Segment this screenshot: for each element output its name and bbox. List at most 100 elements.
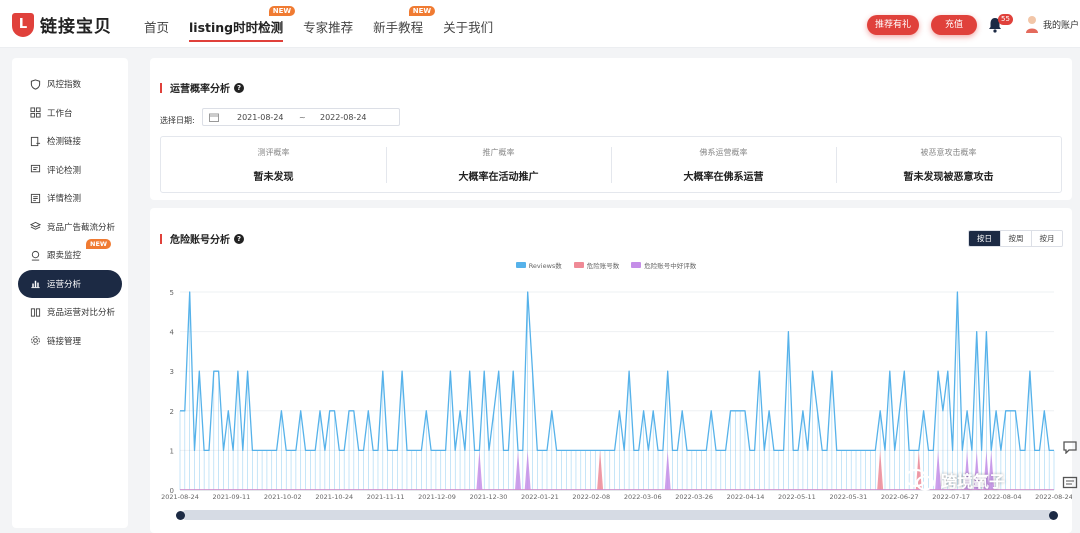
x-tick-label: 2021-11-11 [367, 493, 405, 501]
stat-attack-probability: 被恶意攻击概率 暂未发现被恶意攻击 [836, 137, 1061, 192]
y-tick-label: 4 [170, 329, 175, 337]
legend-swatch [515, 262, 526, 268]
date-range-picker[interactable]: 2021-08-24 ~ 2022-08-24 [202, 108, 400, 126]
comment-icon [30, 165, 41, 173]
chart-zoom-slider[interactable] [181, 510, 1054, 520]
shield-icon [30, 79, 41, 90]
ops-panel-title: 运营概率分析 ? [160, 80, 244, 95]
sidebar-item-link-manage[interactable]: 链接管理 [18, 327, 122, 356]
top-navigation-bar: L 链接宝贝 首页 listing时时检测 NEW 专家推荐 新手教程 NEW 关于… [0, 0, 1080, 48]
new-badge: NEW [408, 6, 436, 16]
x-tick-label: 2021-08-24 [161, 493, 199, 501]
monitor-icon [31, 250, 40, 261]
risk-panel-title: 危险账号分析 ? [160, 231, 244, 246]
legend-reviews[interactable]: Reviews数 [515, 260, 562, 270]
layers-icon [30, 222, 41, 231]
chat-icon[interactable] [1062, 440, 1078, 454]
new-badge: NEW [268, 6, 296, 16]
nav-tutorial[interactable]: 新手教程 NEW [363, 0, 436, 48]
sidebar-item-comment-check[interactable]: 评论检测 [18, 156, 122, 185]
x-tick-label: 2022-02-08 [572, 493, 610, 501]
danger-spike [664, 450, 671, 490]
sidebar-item-ad-analysis[interactable]: 竞品广告截流分析 [18, 213, 122, 242]
stat-passive-ops-probability: 佛系运营概率 大概率在佛系运营 [611, 137, 836, 192]
x-tick-label: 2021-10-02 [264, 493, 302, 501]
x-tick-label: 2022-06-27 [881, 493, 919, 501]
nav-home[interactable]: 首页 [134, 0, 179, 48]
x-tick-label: 2021-12-30 [470, 493, 508, 501]
x-tick-label: 2022-05-31 [829, 493, 867, 501]
notification-count: 55 [998, 14, 1013, 25]
stat-promotion-probability: 推广概率 大概率在活动推广 [386, 137, 611, 192]
x-tick-label: 2022-08-04 [984, 493, 1022, 501]
sidebar-item-detail-check[interactable]: 详情检测 [18, 184, 122, 213]
ops-probability-panel: 运营概率分析 ? 选择日期: 2021-08-24 ~ 2022-08-24 测… [150, 58, 1072, 200]
slider-end-handle[interactable] [1049, 511, 1058, 520]
nav-about[interactable]: 关于我们 [433, 0, 503, 48]
legend-danger-accounts[interactable]: 危险账号数 [573, 260, 619, 270]
wechat-icon [905, 469, 934, 491]
calendar-icon [209, 113, 219, 122]
sidebar-item-competitor-compare[interactable]: 竞品运营对比分析 [18, 298, 122, 327]
chart-legend: Reviews数 危险账号数 危险账号中好评数 [150, 260, 1062, 270]
x-tick-label: 2022-03-06 [624, 493, 662, 501]
invite-button[interactable]: 推荐有礼 [867, 15, 919, 35]
probability-stats: 测评概率 暂未发现 推广概率 大概率在活动推广 佛系运营概率 大概率在佛系运营 … [160, 136, 1062, 193]
danger-spike [524, 450, 531, 490]
sidebar-item-link-check[interactable]: 检测链接 [18, 127, 122, 156]
y-tick-label: 3 [170, 368, 174, 376]
x-tick-label: 2022-04-14 [727, 493, 765, 501]
tab-by-day[interactable]: 按日 [969, 231, 1000, 246]
period-toggle: 按日 按周 按月 [968, 230, 1063, 247]
legend-swatch [573, 262, 584, 268]
x-tick-label: 2022-01-21 [521, 493, 559, 501]
date-separator: ~ [299, 112, 306, 122]
message-icon[interactable] [1062, 476, 1078, 490]
link-check-icon [30, 136, 41, 146]
slider-start-handle[interactable] [176, 511, 185, 520]
sidebar-item-ops-analysis[interactable]: 运营分析 [18, 269, 122, 298]
tab-by-month[interactable]: 按月 [1031, 231, 1062, 246]
detail-icon [30, 193, 41, 203]
gear-icon [31, 336, 40, 346]
date-start: 2021-08-24 [237, 112, 284, 122]
legend-danger-good-reviews[interactable]: 危险账号中好评数 [631, 260, 696, 270]
sidebar-item-follow-monitor[interactable]: 跟卖监控 NEW [18, 239, 122, 270]
help-icon[interactable]: ? [234, 233, 244, 244]
x-tick-label: 2021-10-24 [315, 493, 353, 501]
y-tick-label: 1 [170, 447, 174, 455]
legend-swatch [631, 262, 642, 268]
sidebar-item-workbench[interactable]: 工作台 [18, 99, 122, 128]
x-tick-label: 2021-09-11 [213, 493, 251, 501]
help-icon[interactable]: ? [234, 82, 244, 93]
avatar-icon[interactable] [1024, 14, 1040, 34]
x-tick-label: 2022-05-11 [778, 493, 816, 501]
danger-spike [597, 450, 604, 490]
y-tick-label: 2 [170, 408, 174, 416]
brand-logo[interactable]: L 链接宝贝 [12, 12, 112, 37]
bar-chart-icon [31, 281, 40, 289]
x-tick-label: 2022-07-17 [932, 493, 970, 501]
x-tick-label: 2021-12-09 [418, 493, 456, 501]
main-nav: 首页 listing时时检测 NEW 专家推荐 新手教程 NEW 关于我们 [134, 0, 503, 48]
grid-icon [30, 107, 41, 118]
danger-spike [515, 450, 522, 490]
recharge-button[interactable]: 充值 [931, 15, 977, 35]
account-menu[interactable]: 我的账户 [1043, 18, 1079, 31]
x-tick-label: 2022-03-26 [675, 493, 713, 501]
y-tick-label: 5 [170, 289, 174, 297]
nav-expert[interactable]: 专家推荐 [293, 0, 363, 48]
brand-name: 链接宝贝 [40, 17, 112, 37]
compare-icon [30, 308, 41, 317]
x-tick-label: 2022-08-24 [1035, 493, 1072, 501]
date-end: 2022-08-24 [320, 112, 367, 122]
watermark: 跨境氧子 [905, 468, 1005, 492]
sidebar: 风控指数 工作台 检测链接 评论检测 详情检测 竞品广告截流分析 跟卖监控 NE… [12, 58, 128, 528]
shield-logo-icon: L [12, 12, 34, 37]
nav-listing-monitor[interactable]: listing时时检测 NEW [179, 0, 296, 48]
date-range-label: 选择日期: [160, 116, 195, 125]
new-badge: NEW [86, 239, 112, 249]
tab-by-week[interactable]: 按周 [1000, 231, 1031, 246]
stat-review-probability: 测评概率 暂未发现 [253, 148, 294, 183]
sidebar-item-risk-index[interactable]: 风控指数 [18, 70, 122, 99]
